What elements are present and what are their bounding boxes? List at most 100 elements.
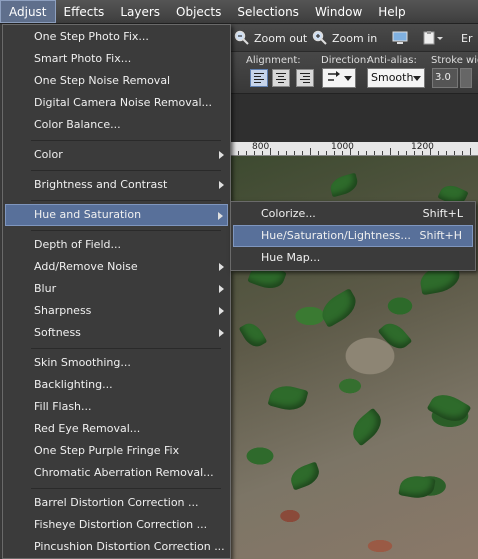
menu-separator xyxy=(31,170,221,171)
menu-item-label: One Step Noise Removal xyxy=(34,74,171,87)
menu-item-label: One Step Photo Fix... xyxy=(34,30,149,43)
menu-item-barrel-distortion[interactable]: Barrel Distortion Correction ... xyxy=(5,492,228,514)
menu-item-add-remove-noise[interactable]: Add/Remove Noise xyxy=(5,256,228,278)
menu-item-brightness-contrast[interactable]: Brightness and Contrast xyxy=(5,174,228,196)
ruler-tick xyxy=(326,151,327,155)
menu-item-color-balance[interactable]: Color Balance... xyxy=(5,114,228,136)
stroke-width-spinner[interactable] xyxy=(460,68,472,88)
menu-item-fill-flash[interactable]: Fill Flash... xyxy=(5,396,228,418)
menu-item-chromatic-aberration-removal[interactable]: Chromatic Aberration Removal... xyxy=(5,462,228,484)
toolbar-trailing-label: Er xyxy=(461,31,473,45)
menu-item-fisheye-distortion[interactable]: Fisheye Distortion Correction ... xyxy=(5,514,228,536)
menu-item-label: Softness xyxy=(34,326,81,339)
menu-item-softness[interactable]: Softness xyxy=(5,322,228,344)
submenu-arrow-icon xyxy=(218,212,223,220)
align-center-button[interactable] xyxy=(272,69,290,87)
menu-item-backlighting[interactable]: Backlighting... xyxy=(5,374,228,396)
antialias-select[interactable]: Smooth xyxy=(367,68,425,88)
submenu-item-hue-map[interactable]: Hue Map... xyxy=(233,247,473,269)
menu-separator xyxy=(31,200,221,201)
zoom-in-button[interactable]: Zoom in xyxy=(312,28,377,48)
ruler-tick xyxy=(286,151,287,155)
menu-item-label: Fisheye Distortion Correction ... xyxy=(34,518,208,531)
ruler-tick xyxy=(390,148,391,155)
horizontal-ruler: 800 1000 1200 xyxy=(230,142,478,156)
menu-item-label: Add/Remove Noise xyxy=(34,260,138,273)
standard-toolbar: Zoom out Zoom in Er xyxy=(230,24,478,52)
ruler-tick xyxy=(302,151,303,155)
menu-item-label: Skin Smoothing... xyxy=(34,356,131,369)
menu-item-one-step-photo-fix[interactable]: One Step Photo Fix... xyxy=(5,26,228,48)
menu-objects[interactable]: Objects xyxy=(168,0,229,23)
menu-item-smart-photo-fix[interactable]: Smart Photo Fix... xyxy=(5,48,228,70)
menu-item-sharpness[interactable]: Sharpness xyxy=(5,300,228,322)
paste-dropdown-button[interactable] xyxy=(422,28,444,48)
menu-item-pincushion-distortion[interactable]: Pincushion Distortion Correction ... xyxy=(5,536,228,558)
ruler-tick xyxy=(398,151,399,155)
menu-item-red-eye-removal[interactable]: Red Eye Removal... xyxy=(5,418,228,440)
menu-item-label: Chromatic Aberration Removal... xyxy=(34,466,214,479)
menu-item-purple-fringe-fix[interactable]: One Step Purple Fringe Fix xyxy=(5,440,228,462)
shortcut-label: Shift+H xyxy=(419,229,463,242)
menu-item-blur[interactable]: Blur xyxy=(5,278,228,300)
ruler-tick xyxy=(446,151,447,155)
ivy-leaf xyxy=(377,318,413,354)
ruler-tick xyxy=(262,151,263,155)
align-left-button[interactable] xyxy=(250,69,268,87)
menu-item-color[interactable]: Color xyxy=(5,144,228,166)
ruler-tick xyxy=(422,151,423,155)
ruler-tick xyxy=(254,151,255,155)
ivy-leaf xyxy=(426,388,472,428)
direction-select[interactable] xyxy=(322,68,356,88)
zoom-in-icon xyxy=(312,30,327,45)
submenu-item-label: Hue Map... xyxy=(261,251,321,264)
menu-item-hue-saturation[interactable]: Hue and Saturation xyxy=(5,204,228,226)
ivy-leaf xyxy=(238,319,268,351)
ruler-tick xyxy=(342,151,343,155)
stroke-width-input[interactable]: 3.0 xyxy=(432,68,458,88)
menu-item-label: Blur xyxy=(34,282,57,295)
antialias-label: Anti-alias: xyxy=(367,55,417,66)
submenu-item-label: Hue/Saturation/Lightness... xyxy=(261,229,411,242)
ruler-tick xyxy=(238,151,239,155)
submenu-item-colorize[interactable]: Colorize... Shift+L xyxy=(233,203,473,225)
menu-layers[interactable]: Layers xyxy=(112,0,168,23)
ivy-leaf xyxy=(267,381,309,415)
menu-effects[interactable]: Effects xyxy=(56,0,113,23)
stroke-width-label: Stroke widt xyxy=(431,55,478,66)
ruler-tick xyxy=(318,151,319,155)
monitor-icon xyxy=(392,31,408,44)
menu-item-digital-camera-noise-removal[interactable]: Digital Camera Noise Removal... xyxy=(5,92,228,114)
screen-capture-button[interactable] xyxy=(392,28,408,48)
menu-item-skin-smoothing[interactable]: Skin Smoothing... xyxy=(5,352,228,374)
ivy-leaf xyxy=(398,473,436,501)
ruler-tick xyxy=(382,151,383,155)
ruler-tick xyxy=(374,151,375,155)
menu-item-label: One Step Purple Fringe Fix xyxy=(34,444,180,457)
submenu-item-label: Colorize... xyxy=(261,207,316,220)
submenu-item-hue-saturation-lightness[interactable]: Hue/Saturation/Lightness... Shift+H xyxy=(233,225,473,247)
menu-selections[interactable]: Selections xyxy=(229,0,307,23)
menu-window[interactable]: Window xyxy=(307,0,370,23)
ruler-tick xyxy=(366,151,367,155)
submenu-arrow-icon xyxy=(219,151,224,159)
menu-item-depth-of-field[interactable]: Depth of Field... xyxy=(5,234,228,256)
ruler-tick xyxy=(270,148,271,155)
menu-item-label: Hue and Saturation xyxy=(34,208,142,221)
menu-adjust[interactable]: Adjust xyxy=(0,0,56,23)
menu-item-label: Backlighting... xyxy=(34,378,113,391)
menu-item-label: Smart Photo Fix... xyxy=(34,52,132,65)
menu-item-label: Sharpness xyxy=(34,304,92,317)
submenu-arrow-icon xyxy=(219,263,224,271)
toolbar-trailing-button[interactable]: Er xyxy=(461,28,472,48)
text-direction-icon xyxy=(328,71,340,81)
zoom-out-button[interactable]: Zoom out xyxy=(234,28,307,48)
ruler-tick xyxy=(430,148,431,155)
menu-help[interactable]: Help xyxy=(370,0,413,23)
ruler-tick xyxy=(246,151,247,155)
submenu-arrow-icon xyxy=(219,181,224,189)
adjust-menu: One Step Photo Fix... Smart Photo Fix...… xyxy=(2,24,231,559)
menu-item-one-step-noise-removal[interactable]: One Step Noise Removal xyxy=(5,70,228,92)
align-right-button[interactable] xyxy=(296,69,314,87)
ruler-tick xyxy=(406,151,407,155)
